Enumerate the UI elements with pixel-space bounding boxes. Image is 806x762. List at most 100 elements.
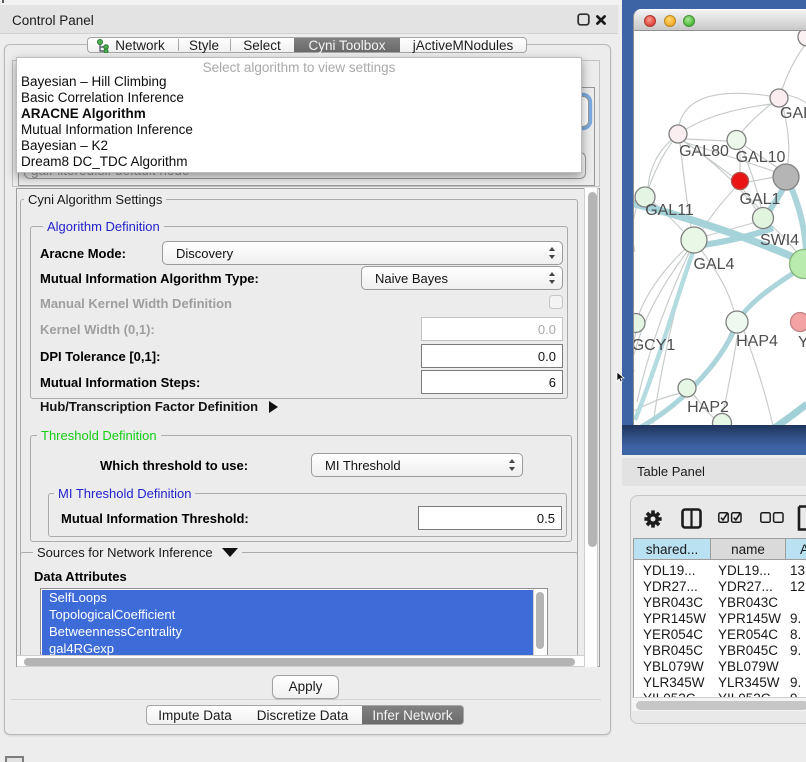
table-cell[interactable]: YBR043C (643, 595, 703, 610)
mac-minimize-button[interactable] (664, 15, 676, 27)
gear-icon[interactable] (644, 510, 662, 528)
network-edge[interactable] (633, 203, 638, 252)
mi-threshold-field[interactable]: 0.5 (418, 506, 562, 530)
table-cell[interactable]: YBR045C (643, 643, 703, 658)
table-panel-title: Table Panel (637, 464, 705, 479)
table-cell[interactable]: YPR145W (718, 611, 781, 626)
tab-infer-network[interactable]: Infer Network (362, 705, 464, 725)
tab-network[interactable]: Network (87, 37, 178, 53)
network-node[interactable] (773, 164, 799, 190)
network-canvas[interactable]: GAL2GAL80GAL10GAL1GAL11SWI4GAL4GCY1HAP4Y… (633, 31, 806, 425)
dropdown-item[interactable]: Dream8 DC_TDC Algorithm (21, 154, 188, 169)
document-icon[interactable] (797, 505, 806, 531)
table-cell[interactable]: YBR045C (718, 643, 778, 658)
which-threshold-combo[interactable]: MI Threshold (311, 453, 523, 477)
checked-columns-icon[interactable] (718, 512, 742, 524)
table-cell[interactable]: 9. (790, 643, 801, 658)
dropdown-header: Select algorithm to view settings (17, 60, 581, 75)
split-panel-icon[interactable] (681, 508, 702, 529)
network-node[interactable] (732, 173, 749, 190)
dropdown-item[interactable]: Mutual Information Inference (21, 122, 193, 137)
manual-kernel-checkbox[interactable] (549, 295, 563, 309)
dropdown-item[interactable]: ARACNE Algorithm (21, 106, 146, 121)
network-edge-highlighted[interactable] (767, 404, 806, 425)
tab-impute-data[interactable]: Impute Data (146, 705, 243, 725)
data-attributes-list[interactable]: SelfLoopsTopologicalCoefficientBetweenne… (40, 588, 548, 657)
network-edge[interactable] (639, 249, 685, 314)
column-header-name[interactable]: name (710, 538, 785, 560)
tab-cyni-toolbox[interactable]: Cyni Toolbox (294, 37, 400, 53)
unchecked-columns-icon[interactable] (760, 512, 784, 524)
network-edge[interactable] (782, 46, 804, 90)
attribute-list-scrollbar[interactable] (533, 589, 546, 655)
attribute-list-item[interactable]: BetweennessCentrality (42, 624, 533, 641)
table-cell[interactable]: 9. (790, 611, 801, 626)
close-icon[interactable] (595, 14, 607, 26)
table-cell[interactable]: YBL079W (643, 659, 704, 674)
table-cell[interactable]: YER054C (643, 627, 703, 642)
column-header-partial[interactable]: A (785, 538, 806, 560)
float-icon[interactable] (577, 13, 590, 26)
attribute-list-item[interactable]: SelfLoops (42, 590, 533, 607)
mi-steps-field[interactable]: 6 (421, 370, 563, 394)
network-edge[interactable] (787, 95, 806, 104)
network-node[interactable] (726, 311, 748, 333)
table-cell[interactable]: 12 (790, 579, 805, 594)
attribute-list-item[interactable]: TopologicalCoefficient (42, 607, 533, 624)
sources-title-row[interactable]: Sources for Network Inference (33, 545, 242, 560)
table-cell[interactable]: 9. (790, 675, 801, 690)
table-cell[interactable]: YDR27... (718, 579, 773, 594)
mac-close-button[interactable] (644, 15, 656, 27)
network-node[interactable] (798, 31, 806, 46)
mi-type-combo[interactable]: Naive Bayes (361, 266, 563, 290)
sources-title: Sources for Network Inference (37, 545, 213, 560)
mac-zoom-button[interactable] (683, 15, 695, 27)
table-cell[interactable]: YPR145W (643, 611, 706, 626)
network-node[interactable] (791, 313, 806, 332)
settings-vertical-scrollbar[interactable] (584, 188, 598, 667)
table-cell[interactable]: 13 (790, 563, 805, 578)
network-node[interactable] (669, 125, 687, 143)
floating-panel-icon[interactable] (5, 756, 24, 762)
manual-kernel-label: Manual Kernel Width Definition (40, 296, 232, 311)
table-cell[interactable]: YLR345W (643, 675, 705, 690)
tab-discretize-data[interactable]: Discretize Data (243, 705, 362, 725)
apply-button[interactable]: Apply (272, 675, 339, 699)
table-horizontal-scrollbar[interactable] (632, 697, 806, 711)
network-edge[interactable] (686, 139, 728, 141)
table-cell[interactable]: YDR27... (643, 579, 698, 594)
network-node[interactable] (753, 208, 774, 229)
dropdown-item[interactable]: Bayesian – Hill Climbing (21, 74, 167, 89)
table-cell[interactable]: YDL19... (718, 563, 771, 578)
network-node[interactable] (681, 227, 707, 253)
table-cell[interactable]: YBL079W (718, 659, 779, 674)
kernel-width-field[interactable]: 0.0 (421, 317, 563, 341)
network-edge[interactable] (748, 177, 775, 182)
table-cell[interactable]: YDL19... (643, 563, 696, 578)
hub-definition-toggle[interactable]: Hub/Transcription Factor Definition (40, 399, 278, 414)
table-body[interactable]: YDL19... YDL19... 13 YDR27... YDR27... 12 YBR0… (633, 560, 806, 697)
tab-style[interactable]: Style (178, 37, 230, 53)
tab-jactivemnodules[interactable]: jActiveMNodules (400, 37, 527, 53)
network-node-label: GAL1 (740, 191, 781, 208)
table-cell[interactable]: 8. (790, 627, 801, 642)
network-node[interactable] (633, 314, 645, 333)
column-header-shared-name[interactable]: shared... (633, 538, 710, 560)
network-node-label: GAL2 (780, 105, 806, 122)
dpi-tolerance-field[interactable]: 0.0 (421, 344, 563, 368)
table-cell[interactable]: YLR345W (718, 675, 780, 690)
network-edge[interactable] (649, 142, 672, 187)
dropdown-item[interactable]: Bayesian – K2 (21, 138, 108, 153)
combo-arrows-icon (549, 271, 556, 285)
settings-horizontal-scrollbar[interactable] (17, 655, 584, 667)
dropdown-item[interactable]: Basic Correlation Inference (21, 90, 184, 105)
network-node[interactable] (727, 131, 746, 150)
aracne-mode-combo[interactable]: Discovery (162, 241, 563, 265)
table-cell[interactable]: YER054C (718, 627, 778, 642)
network-edge[interactable] (694, 331, 731, 383)
network-edge[interactable] (679, 93, 770, 125)
network-node[interactable] (678, 379, 696, 397)
network-edge[interactable] (637, 253, 689, 402)
tab-select[interactable]: Select (230, 37, 294, 53)
table-cell[interactable]: YBR043C (718, 595, 778, 610)
